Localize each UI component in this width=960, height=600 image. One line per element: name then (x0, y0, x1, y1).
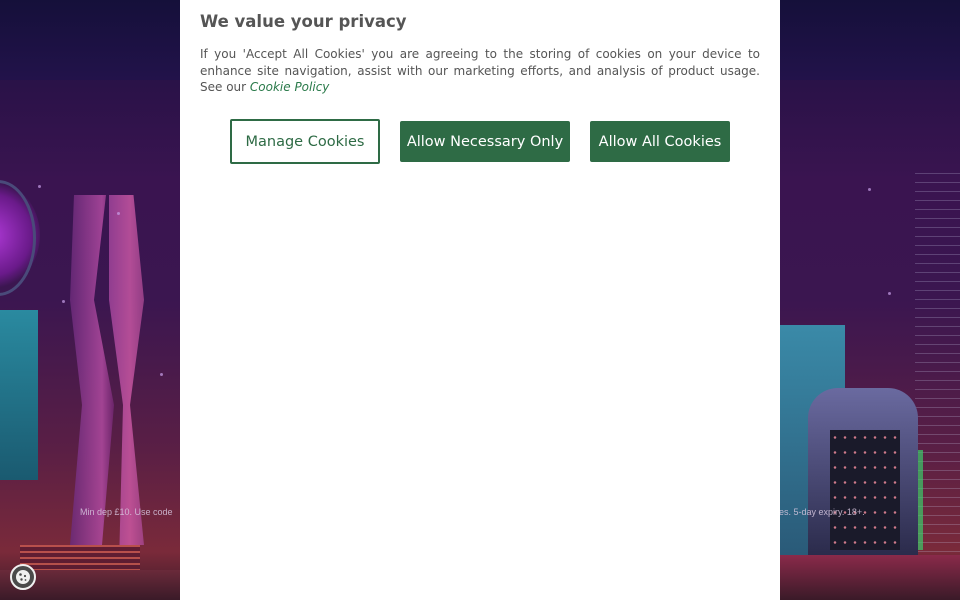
cookie-consent-dialog: We value your privacy If you 'Accept All… (180, 0, 780, 600)
star (888, 292, 891, 295)
promo-terms-right: plies. 5-day expiry. 18+. (770, 507, 865, 517)
stairs (20, 545, 140, 570)
star (160, 373, 163, 376)
cookie-settings-button[interactable] (10, 564, 36, 590)
allow-all-cookies-button[interactable]: Allow All Cookies (590, 121, 730, 162)
allow-necessary-button[interactable]: Allow Necessary Only (400, 121, 570, 162)
star (868, 188, 871, 191)
ground (780, 555, 960, 600)
dialog-description: If you 'Accept All Cookies' you are agre… (200, 46, 760, 96)
building-windows (830, 430, 900, 550)
star (62, 300, 65, 303)
building (0, 310, 38, 480)
star (38, 185, 41, 188)
manage-cookies-button[interactable]: Manage Cookies (230, 119, 380, 164)
star (117, 212, 120, 215)
cookie-policy-link[interactable]: Cookie Policy (250, 80, 330, 94)
dialog-title: We value your privacy (200, 12, 407, 31)
cookie-icon (16, 570, 30, 584)
ring-decoration (0, 180, 36, 296)
promo-terms-left: Min dep £10. Use code (80, 507, 173, 517)
